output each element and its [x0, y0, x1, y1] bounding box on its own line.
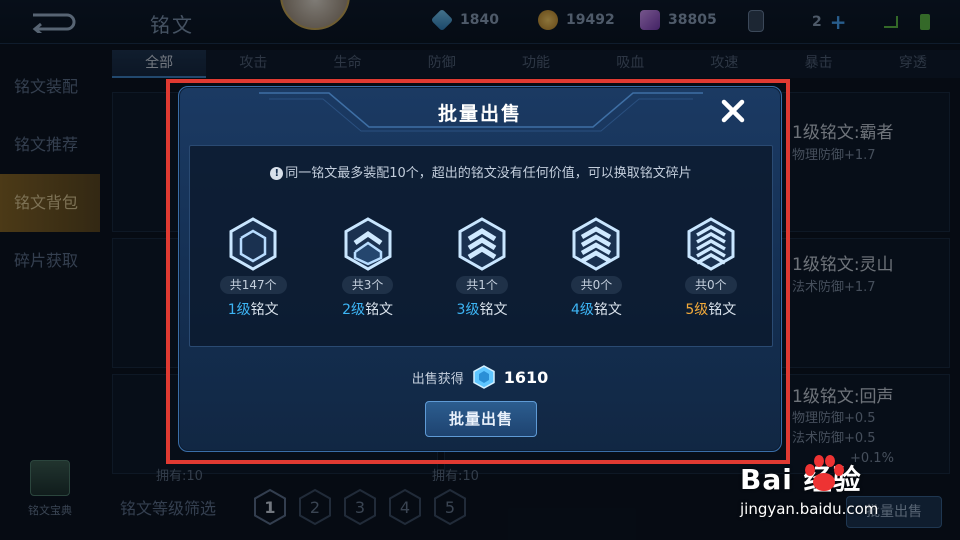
- tier-1[interactable]: 共147个 1级铭文: [196, 216, 310, 319]
- dialog-title: 批量出售: [437, 103, 522, 125]
- tier-count: 共1个: [456, 276, 508, 294]
- sale-earnings: 出售获得 1610: [179, 365, 781, 389]
- tier-count: 共3个: [341, 276, 394, 294]
- earn-amount: 1610: [503, 367, 549, 387]
- tier-4[interactable]: 共0个 4级铭文: [539, 216, 653, 319]
- batch-sell-dialog: 批量出售 ! 同一铭文最多装配10个，超出的铭文没有任何价值，可以换取铭文碎片 共…: [178, 86, 782, 452]
- tier-count: 共0个: [570, 276, 623, 294]
- tier-label: 5级铭文: [685, 302, 737, 318]
- tier-count: 共0个: [685, 276, 737, 294]
- tier-list: 共147个 1级铭文 共3个 2级铭文 共1个 3级铭文 共0个 4级铭文 共0…: [196, 216, 768, 319]
- crystal-icon: [472, 365, 495, 389]
- tier-panel: ! 同一铭文最多装配10个，超出的铭文没有任何价值，可以换取铭文碎片 共147个 …: [189, 145, 773, 347]
- tier-label: 1级铭文: [227, 302, 279, 318]
- tier-label: 3级铭文: [456, 302, 508, 318]
- paw-icon: [805, 455, 844, 491]
- close-button[interactable]: [717, 95, 749, 127]
- tier-2[interactable]: 共3个 2级铭文: [310, 216, 424, 319]
- rune-level-2-icon: [344, 217, 392, 271]
- tier-5[interactable]: 共0个 5级铭文: [654, 216, 768, 319]
- close-icon: [721, 99, 745, 123]
- tier-label: 2级铭文: [342, 302, 394, 318]
- earn-label: 出售获得: [411, 371, 464, 387]
- rune-level-3-icon: [458, 217, 506, 271]
- batch-sell-button[interactable]: 批量出售: [425, 401, 537, 437]
- tier-3[interactable]: 共1个 3级铭文: [425, 216, 539, 319]
- watermark-url: jingyan.baidu.com: [740, 500, 879, 518]
- rune-level-1-icon: [229, 217, 277, 271]
- tier-label: 4级铭文: [570, 302, 622, 318]
- tier-count: 共147个: [219, 276, 287, 294]
- baidu-watermark: Bai 经验 jingyan.baidu.com: [740, 452, 960, 540]
- notice-text: ! 同一铭文最多装配10个，超出的铭文没有任何价值，可以换取铭文碎片: [190, 162, 772, 181]
- rune-level-4-icon: [572, 217, 620, 271]
- rune-level-5-icon: [687, 217, 735, 271]
- info-icon: !: [270, 167, 284, 180]
